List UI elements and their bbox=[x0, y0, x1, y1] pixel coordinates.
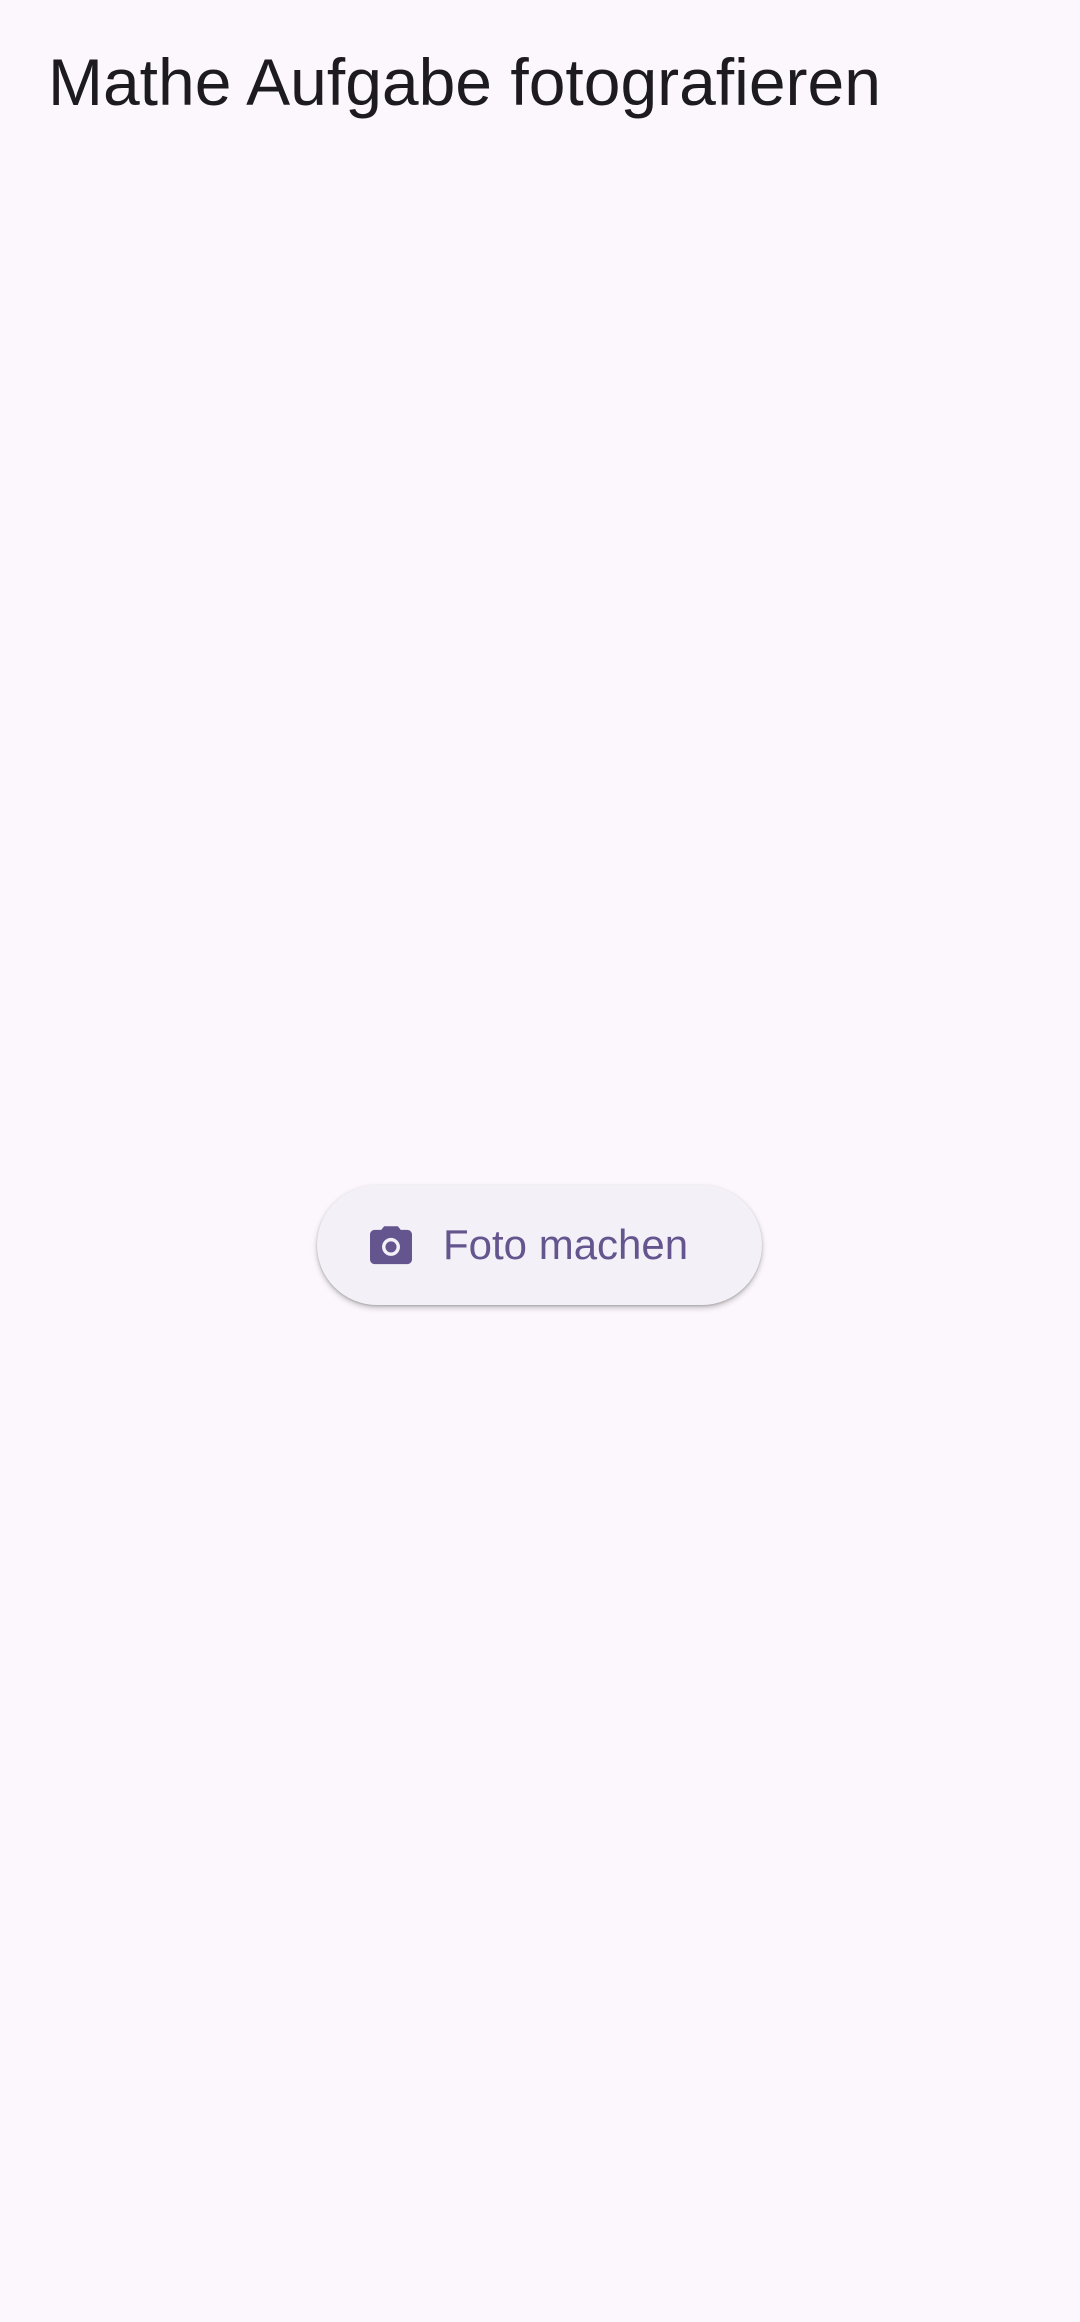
app-screen: Mathe Aufgabe fotografieren Foto machen bbox=[0, 0, 1080, 2322]
take-photo-button[interactable]: Foto machen bbox=[317, 1185, 762, 1305]
page-title: Mathe Aufgabe fotografieren bbox=[48, 45, 881, 119]
app-bar: Mathe Aufgabe fotografieren bbox=[0, 0, 1080, 164]
take-photo-button-label: Foto machen bbox=[443, 1221, 689, 1268]
camera-icon bbox=[367, 1221, 415, 1269]
